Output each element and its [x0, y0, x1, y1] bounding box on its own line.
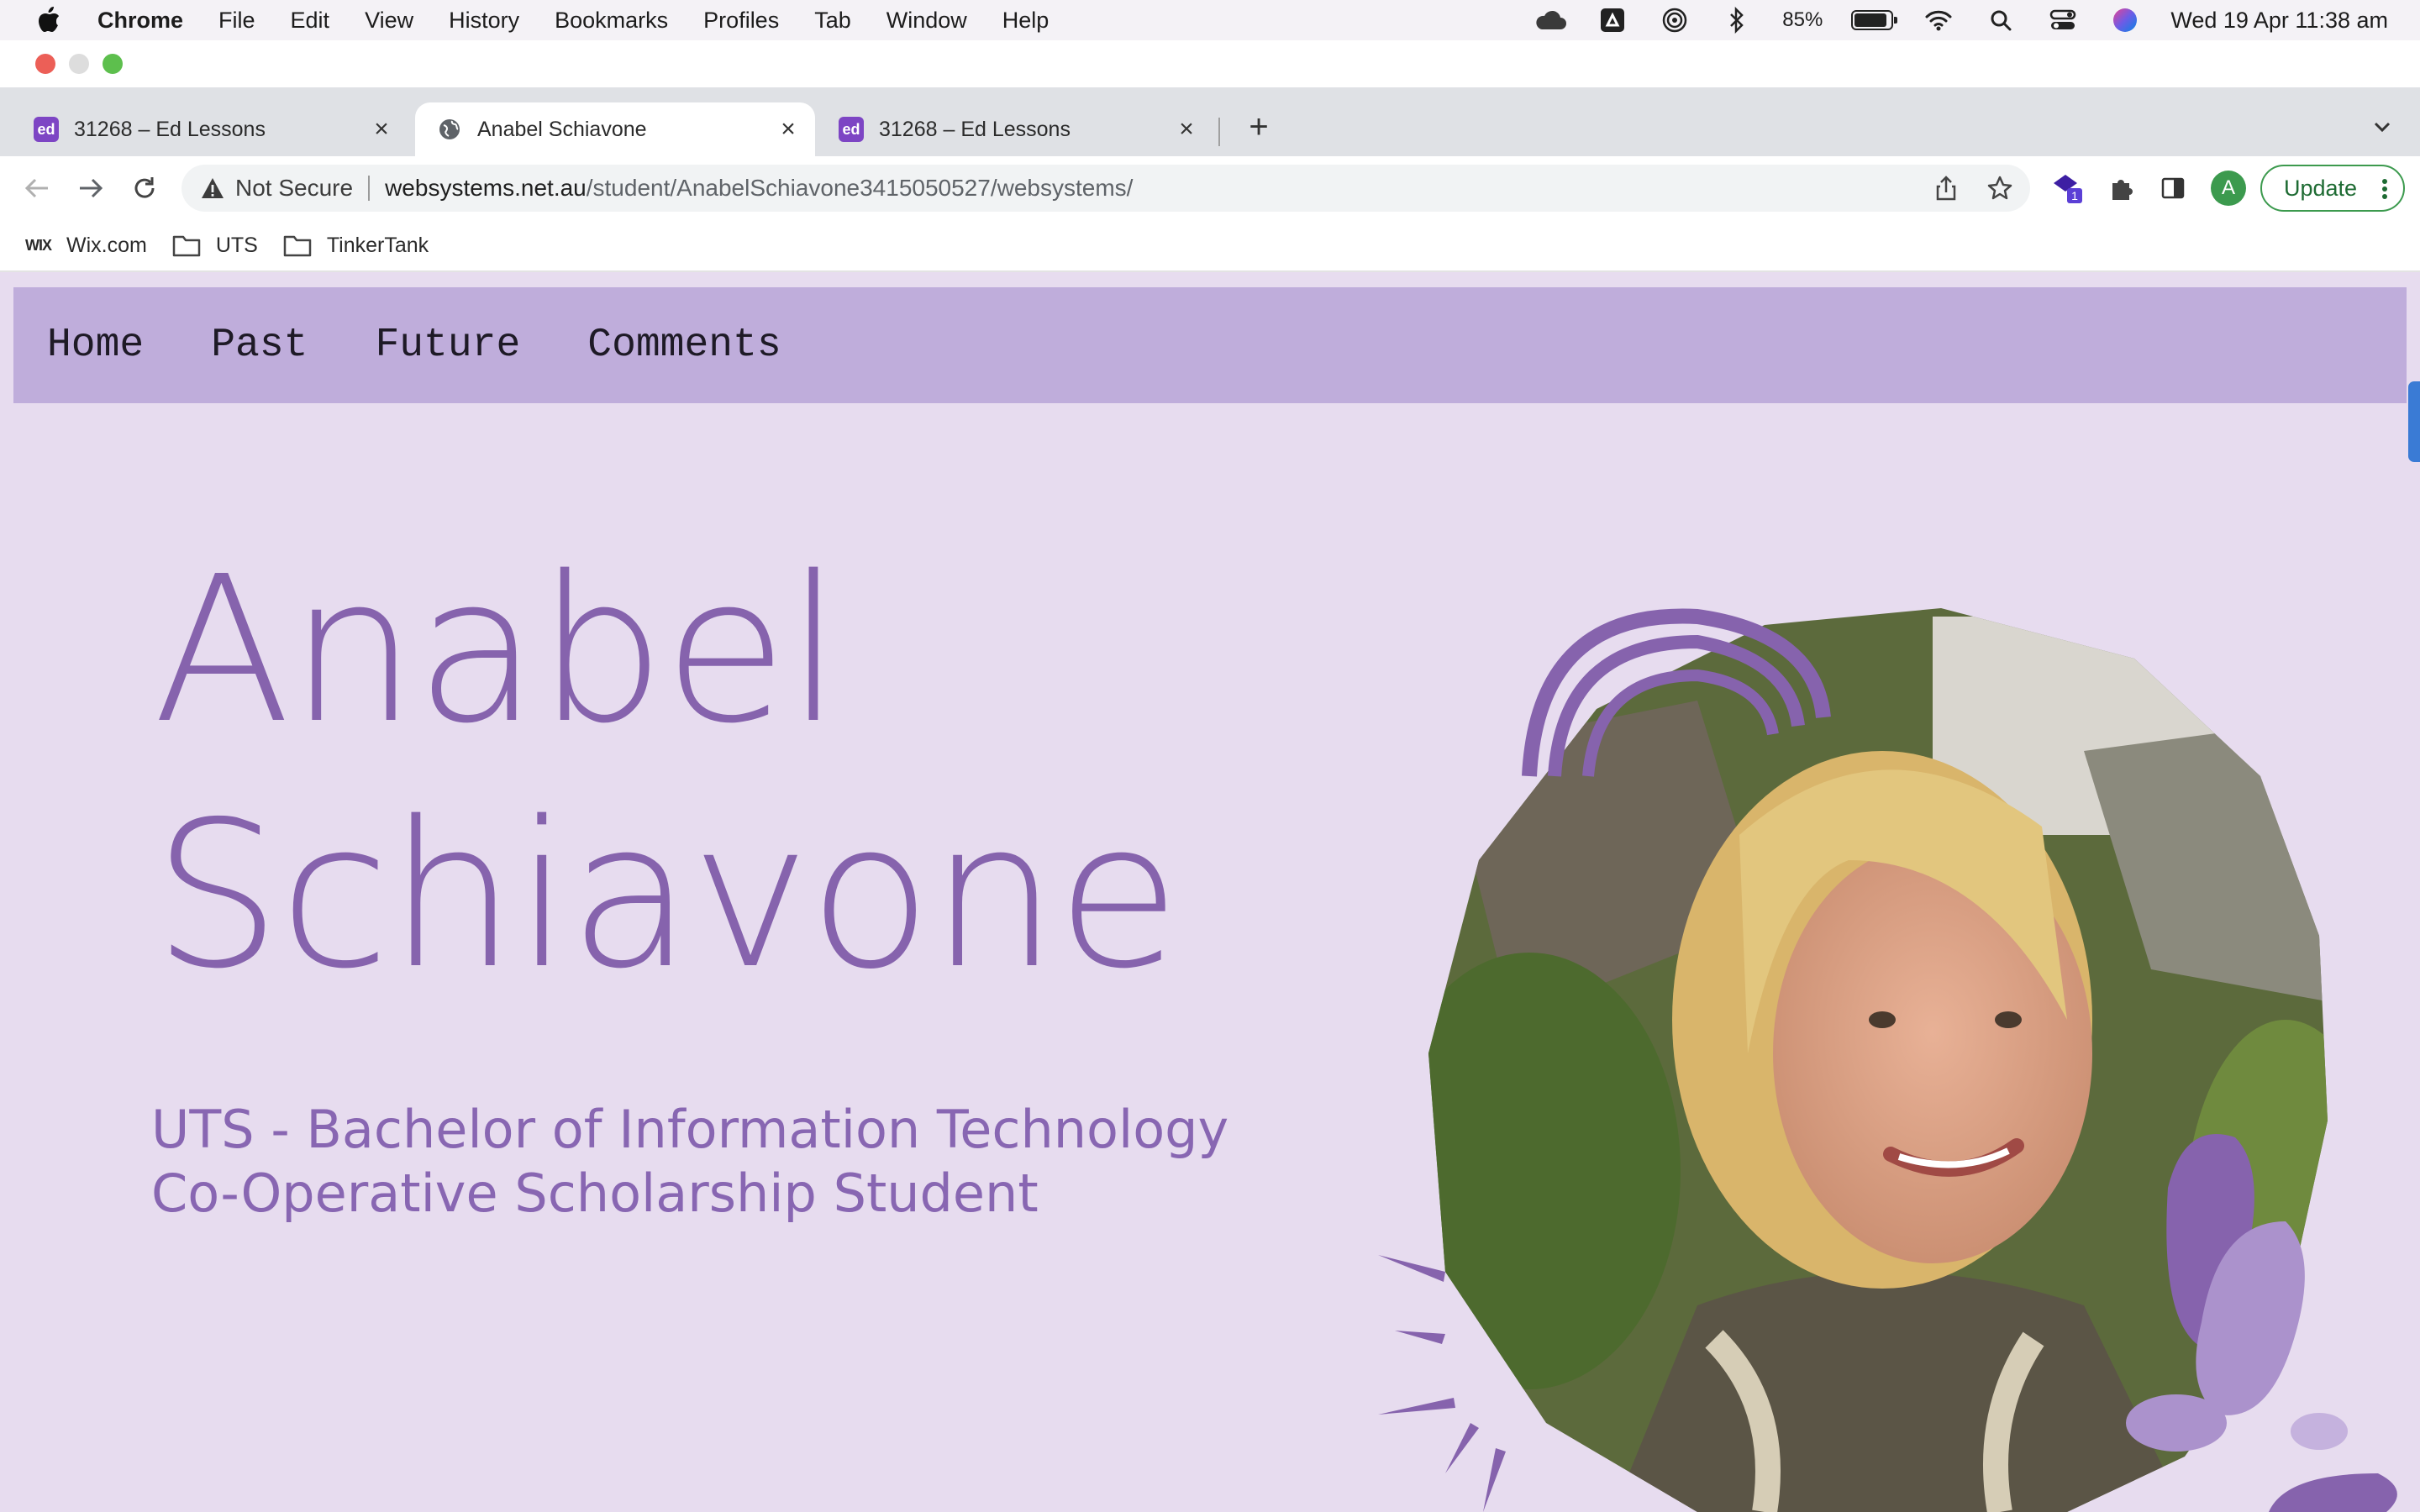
bookmarks-bar: WIX Wix.com UTS TinkerTank [0, 220, 2420, 272]
menu-tab[interactable]: Tab [814, 8, 851, 34]
wix-logo-icon: WIX [25, 236, 52, 254]
profile-photo [1378, 608, 2397, 1512]
folder-icon [172, 234, 201, 257]
window-titlebar [0, 40, 2420, 87]
more-vert-icon[interactable] [2381, 178, 2388, 200]
tab-separator [1218, 118, 1220, 146]
window-minimize-button[interactable] [69, 54, 89, 74]
macos-menubar: Chrome File Edit View History Bookmarks … [0, 0, 2420, 40]
extension-badge-count: 1 [2071, 189, 2078, 202]
battery-percent: 85% [1782, 8, 1823, 31]
nav-home-link[interactable]: Home [47, 323, 144, 368]
tab-anabel-schiavone[interactable]: Anabel Schiavone × [415, 102, 815, 156]
bookmark-label: TinkerTank [326, 233, 429, 257]
tab-close-icon[interactable]: × [368, 116, 395, 143]
folder-icon [283, 234, 312, 257]
bookmark-folder-tinkertank[interactable]: TinkerTank [283, 234, 429, 258]
warning-triangle-icon[interactable] [200, 176, 225, 201]
bookmark-label: Wix.com [66, 233, 147, 257]
extensions-puzzle-icon[interactable] [2104, 171, 2138, 205]
siri-icon[interactable] [2108, 7, 2142, 34]
share-icon[interactable] [1931, 173, 1961, 203]
bookmark-star-icon[interactable] [1985, 173, 2015, 203]
profile-avatar[interactable]: A [2211, 171, 2246, 206]
reload-icon[interactable] [128, 171, 161, 205]
update-button[interactable]: Update [2260, 165, 2405, 212]
ed-favicon-icon: ed [839, 117, 864, 142]
nav-comments-link[interactable]: Comments [587, 323, 781, 368]
clock[interactable]: Wed 19 Apr 11:38 am [2170, 8, 2388, 34]
menu-view[interactable]: View [365, 8, 413, 34]
spotlight-search-icon[interactable] [1984, 7, 2018, 34]
bluetooth-icon[interactable] [1720, 7, 1754, 34]
menu-profiles[interactable]: Profiles [703, 8, 779, 34]
address-bar[interactable]: Not Secure websystems.net.au/student/Ana… [182, 165, 2030, 212]
forward-arrow-icon[interactable] [74, 171, 108, 205]
menu-history[interactable]: History [449, 8, 519, 34]
nav-future-link[interactable]: Future [375, 323, 520, 368]
new-tab-button[interactable]: + [1242, 110, 1276, 144]
wifi-icon[interactable] [1922, 7, 1955, 34]
tab-search-chevron-down-icon[interactable] [2370, 114, 2395, 139]
tab-ed-lessons-1[interactable]: ed 31268 – Ed Lessons × [13, 102, 408, 156]
control-center-icon[interactable] [2046, 7, 2080, 34]
battery-icon[interactable] [1851, 10, 1898, 30]
hero-subtitle-scholarship: Co-Operative Scholarship Student [151, 1163, 1039, 1224]
menu-window[interactable]: Window [886, 8, 967, 34]
security-label[interactable]: Not Secure [235, 175, 353, 202]
back-arrow-icon[interactable] [20, 171, 54, 205]
menu-edit[interactable]: Edit [291, 8, 330, 34]
extension-badge-icon[interactable]: 1 [2050, 171, 2084, 205]
menu-bookmarks[interactable]: Bookmarks [555, 8, 668, 34]
window-zoom-button[interactable] [103, 54, 123, 74]
menu-help[interactable]: Help [1002, 8, 1050, 34]
bookmark-folder-uts[interactable]: UTS [172, 234, 258, 258]
ed-favicon-icon: ed [34, 117, 59, 142]
tab-close-icon[interactable]: × [1173, 116, 1200, 143]
tab-strip: ed 31268 – Ed Lessons × Anabel Schiavone… [0, 87, 2420, 156]
tab-title: 31268 – Ed Lessons [74, 117, 266, 141]
side-panel-icon[interactable] [2156, 171, 2190, 205]
menu-file[interactable]: File [218, 8, 255, 34]
scrollbar-thumb[interactable] [2408, 381, 2420, 462]
bookmark-wix[interactable]: WIX Wix.com [25, 234, 147, 258]
google-drive-icon[interactable] [1596, 7, 1629, 34]
nav-past-link[interactable]: Past [211, 323, 308, 368]
update-label: Update [2284, 175, 2358, 201]
hero-last-name: Schiavone [153, 778, 1181, 1013]
tab-title: 31268 – Ed Lessons [879, 117, 1071, 141]
creative-cloud-icon[interactable] [1534, 7, 1567, 34]
url-path: /student/AnabelSchiavone3415050527/websy… [586, 175, 1134, 201]
window-close-button[interactable] [35, 54, 55, 74]
apple-icon[interactable] [34, 5, 64, 35]
omnibox-divider [368, 176, 371, 201]
site-nav: Home Past Future Comments [13, 287, 2407, 403]
url-host: websystems.net.au [385, 175, 587, 201]
web-page: Home Past Future Comments Anabel Schiavo… [0, 272, 2420, 1512]
tab-ed-lessons-2[interactable]: ed 31268 – Ed Lessons × [818, 102, 1213, 156]
hero-first-name: Anabel [153, 533, 842, 768]
status-tray: 85% Wed 19 Apr 11:38 am [1534, 0, 2388, 40]
airdrop-icon[interactable] [1658, 7, 1691, 34]
tab-close-icon[interactable]: × [775, 116, 802, 143]
globe-icon [437, 117, 462, 142]
bookmark-label: UTS [215, 233, 258, 257]
hero-subtitle-degree: UTS - Bachelor of Information Technology [151, 1099, 1229, 1160]
tab-title: Anabel Schiavone [477, 117, 647, 141]
menu-app-name[interactable]: Chrome [97, 8, 183, 34]
